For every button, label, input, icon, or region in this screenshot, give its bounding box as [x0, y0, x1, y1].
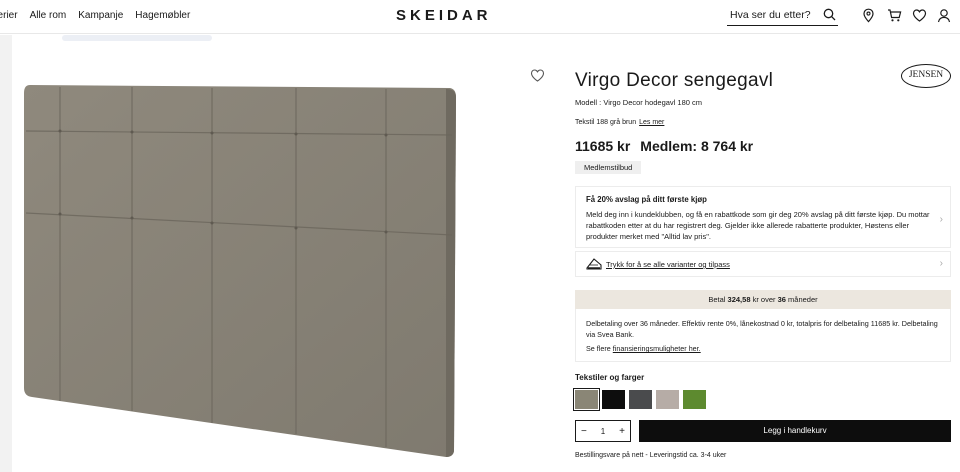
product-fabric: Tekstil 188 grå brun Les mer — [575, 119, 664, 126]
variants-card[interactable]: Trykk for å se alle varianter og tilpass… — [575, 251, 951, 277]
heart-icon[interactable] — [912, 8, 927, 23]
favorite-icon[interactable] — [530, 68, 545, 88]
increase-button[interactable]: + — [619, 426, 625, 437]
product-image[interactable] — [12, 63, 552, 472]
variants-link[interactable]: Trykk for å se alle varianter og tilpass — [606, 260, 730, 269]
left-edge — [0, 35, 12, 472]
swatch-green[interactable] — [683, 390, 706, 409]
financing-more: Se flere finansieringsmuligheter her. — [586, 343, 940, 354]
sofa-icon — [585, 256, 603, 274]
location-icon[interactable] — [862, 8, 877, 23]
member-badge: Medlemstilbud — [575, 161, 642, 174]
payment-bar: Betal 324,58 kr over 36 måneder — [575, 290, 951, 309]
header-icons — [862, 8, 952, 23]
site-logo[interactable]: SKEIDAR — [396, 7, 492, 24]
payment-info-text: Delbetaling over 36 måneder. Effektiv re… — [586, 319, 938, 339]
decrease-button[interactable]: − — [581, 426, 587, 437]
payment-suffix: måneder — [788, 295, 818, 304]
cart-icon[interactable] — [887, 8, 902, 23]
nav-item-garden-furniture[interactable]: Hagemøbler — [135, 10, 190, 21]
member-price: Medlem: 8 764 kr — [640, 138, 754, 154]
main-nav: ıterier Alle rom Kampanje Hagemøbler — [0, 10, 190, 21]
quantity-stepper: − 1 + — [575, 420, 631, 442]
payment-amount: 324,58 — [727, 295, 751, 304]
nav-item-all-rooms[interactable]: Alle rom — [30, 10, 67, 21]
swatch-grey-brown[interactable] — [573, 388, 600, 411]
shipping-info: Bestillingsvare på nett - Leveringstid c… — [575, 452, 727, 459]
chevron-right-icon: › — [939, 258, 943, 269]
price: 11685 kr — [575, 138, 631, 154]
product-title: Virgo Decor sengegavl — [575, 70, 774, 91]
search-placeholder: Hva ser du etter? — [730, 9, 811, 21]
product-model: Modell : Virgo Decor hodegavl 180 cm — [575, 98, 703, 107]
read-more-link[interactable]: Les mer — [639, 119, 664, 126]
chevron-right-icon: › — [939, 214, 943, 225]
user-icon[interactable] — [937, 8, 952, 23]
payment-prefix: Betal — [708, 295, 726, 304]
swatch-beige[interactable] — [656, 390, 679, 409]
breadcrumb-placeholder — [62, 35, 212, 41]
color-swatches — [573, 388, 706, 411]
site-header: ıterier Alle rom Kampanje Hagemøbler SKE… — [0, 0, 960, 34]
add-to-cart-button[interactable]: Legg i handlekurv — [639, 420, 951, 442]
search-input[interactable]: Hva ser du etter? — [727, 5, 838, 26]
payment-months: 36 — [777, 295, 786, 304]
price-block: 11685 kr Medlem: 8 764 kr — [575, 138, 753, 154]
promo-card[interactable]: Få 20% avslag på ditt første kjøp Meld d… — [575, 186, 951, 248]
promo-heading: Få 20% avslag på ditt første kjøp — [586, 195, 707, 204]
quantity-value[interactable]: 1 — [601, 427, 605, 436]
swatch-black[interactable] — [602, 390, 625, 409]
brand-logo[interactable]: JENSEN — [901, 64, 951, 88]
nav-item-campaign[interactable]: Kampanje — [78, 10, 123, 21]
payment-info: Delbetaling over 36 måneder. Effektiv re… — [575, 309, 951, 362]
textiles-heading: Tekstiler og farger — [575, 373, 645, 382]
promo-body: Meld deg inn i kundeklubben, og få en ra… — [586, 210, 930, 241]
nav-item-interior[interactable]: ıterier — [0, 10, 18, 21]
fabric-name: Tekstil 188 grå brun — [575, 119, 637, 126]
breadcrumb-bar — [12, 35, 552, 63]
swatch-dark-grey[interactable] — [629, 390, 652, 409]
financing-link[interactable]: finansieringsmuligheter her. — [613, 344, 701, 353]
financing-prefix: Se flere — [586, 344, 611, 353]
search-icon[interactable] — [823, 8, 836, 24]
payment-mid: kr over — [752, 295, 776, 304]
